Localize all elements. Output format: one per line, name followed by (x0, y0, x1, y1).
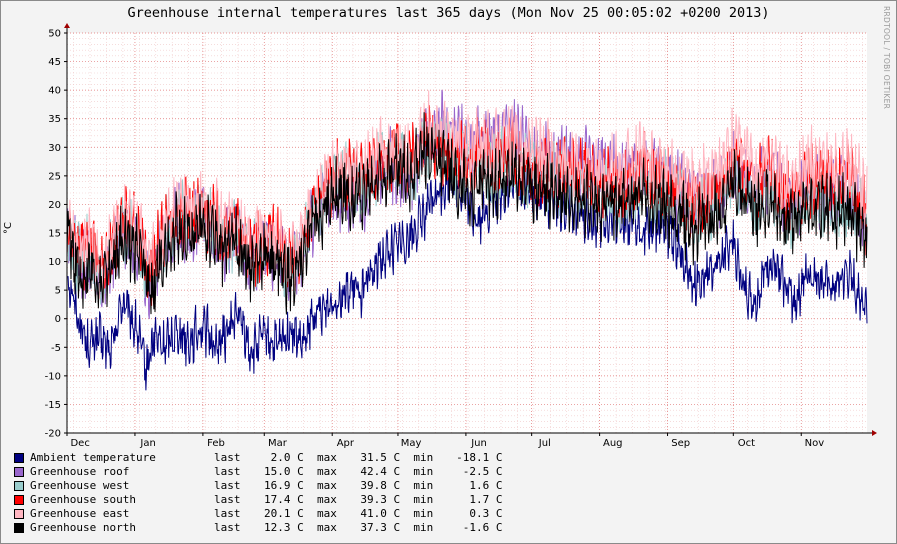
legend-max-value: 31.5 (360, 451, 387, 464)
y-axis-arrow (64, 23, 70, 28)
y-tick-label: -20 (45, 429, 61, 440)
legend-min-value: 1.6 (469, 479, 490, 492)
legend-item: Ambient temperature last 2.0 C max 31.5 C m… (14, 451, 502, 465)
legend-min-value: 0.3 (469, 507, 490, 520)
legend-item: Greenhouse south last 17.4 C max 39.3 C min… (14, 493, 502, 507)
legend: Ambient temperature last 2.0 C max 31.5 C m… (14, 451, 502, 535)
legend-unit: C (489, 465, 503, 478)
legend-min-value: -1.6 (462, 521, 490, 534)
legend-series-name: Greenhouse south (30, 493, 136, 506)
legend-last-value: 15.0 (264, 465, 291, 478)
x-tick-label: Jan (139, 438, 155, 449)
x-tick-label: Apr (337, 438, 355, 449)
legend-max-label: C max (290, 451, 337, 464)
legend-max-value: 39.3 (360, 493, 387, 506)
legend-last-label: last (214, 479, 241, 492)
legend-min-label: C min (386, 479, 434, 492)
y-tick-label: 10 (48, 257, 61, 268)
y-tick-label: 20 (48, 200, 61, 211)
y-tick-label: -10 (45, 371, 61, 382)
x-tick-label: Jul (538, 438, 551, 449)
x-tick-label: Oct (738, 438, 755, 449)
legend-unit: C (489, 507, 503, 520)
legend-last-label: last (214, 465, 241, 478)
legend-max-value: 39.8 (360, 479, 387, 492)
y-tick-label: 5 (55, 286, 61, 297)
y-tick-label: -15 (45, 400, 61, 411)
y-tick-labels: -20 -15 -10 -5 0 5 10 15 20 25 30 35 40 45 50 (45, 29, 67, 440)
legend-last-label: last (214, 451, 241, 464)
legend-unit: C (489, 521, 503, 534)
x-tick-label: Mar (268, 438, 288, 449)
legend-swatch (14, 467, 24, 477)
legend-series-name: Greenhouse north (30, 521, 136, 534)
legend-max-label: C max (290, 479, 337, 492)
y-tick-label: 15 (48, 229, 61, 240)
legend-last-value: 17.4 (264, 493, 291, 506)
legend-last-value: 2.0 (270, 451, 291, 464)
legend-last-label: last (214, 493, 241, 506)
y-tick-label: 30 (48, 143, 61, 154)
legend-min-value: -2.5 (462, 465, 490, 478)
legend-max-label: C max (290, 521, 337, 534)
legend-unit: C (489, 479, 503, 492)
legend-swatch (14, 495, 24, 505)
y-tick-label: -5 (51, 343, 61, 354)
legend-series-name: Greenhouse east (30, 507, 130, 520)
legend-item: Greenhouse north last 12.3 C max 37.3 C min… (14, 521, 502, 535)
legend-last-value: 12.3 (264, 521, 291, 534)
x-tick-label: Dec (70, 438, 89, 449)
legend-min-label: C min (386, 493, 434, 506)
x-tick-label: Aug (603, 438, 623, 449)
legend-min-label: C min (386, 465, 434, 478)
x-tick-label: May (401, 438, 422, 449)
y-tick-label: 35 (48, 114, 61, 125)
legend-last-label: last (214, 521, 241, 534)
x-tick-label: Nov (805, 438, 825, 449)
x-axis-arrow (872, 430, 877, 436)
legend-max-value: 42.4 (360, 465, 387, 478)
x-tick-label: Sep (671, 438, 690, 449)
legend-min-label: C min (386, 521, 434, 534)
legend-max-value: 37.3 (360, 521, 387, 534)
legend-last-value: 20.1 (264, 507, 291, 520)
y-tick-label: 45 (48, 57, 61, 68)
x-tick-label: Jun (470, 438, 487, 449)
legend-series-name: Ambient temperature (30, 451, 156, 464)
legend-swatch (14, 481, 24, 491)
legend-item: Greenhouse west last 16.9 C max 39.8 C min 1… (14, 479, 502, 493)
x-tick-labels: Dec Jan Feb Mar Apr May Jun Jul Aug Sep Oct Nov (70, 433, 824, 449)
legend-min-label: C min (386, 507, 434, 520)
legend-min-value: 1.7 (469, 493, 490, 506)
chart-canvas: -20 -15 -10 -5 0 5 10 15 20 25 30 35 40 45 50 Dec Jan Fe… (45, 23, 877, 449)
y-tick-label: 25 (48, 171, 61, 182)
x-tick-label: Feb (207, 438, 225, 449)
legend-item: Greenhouse roof last 15.0 C max 42.4 C min -… (14, 465, 502, 479)
legend-series-name: Greenhouse roof (30, 465, 130, 478)
y-tick-label: 0 (55, 314, 61, 325)
legend-swatch (14, 509, 24, 519)
legend-unit: C (489, 493, 503, 506)
legend-series-name: Greenhouse west (30, 479, 130, 492)
legend-unit: C (489, 451, 503, 464)
legend-max-value: 41.0 (360, 507, 387, 520)
legend-min-label: C min (386, 451, 434, 464)
legend-last-value: 16.9 (264, 479, 291, 492)
legend-max-label: C max (290, 507, 337, 520)
legend-max-label: C max (290, 465, 337, 478)
y-tick-label: 40 (48, 86, 61, 97)
legend-min-value: -18.1 (456, 451, 490, 464)
legend-item: Greenhouse east last 20.1 C max 41.0 C min 0… (14, 507, 502, 521)
legend-swatch (14, 453, 24, 463)
legend-last-label: last (214, 507, 241, 520)
legend-swatch (14, 523, 24, 533)
legend-max-label: C max (290, 493, 337, 506)
y-tick-label: 50 (48, 29, 61, 40)
